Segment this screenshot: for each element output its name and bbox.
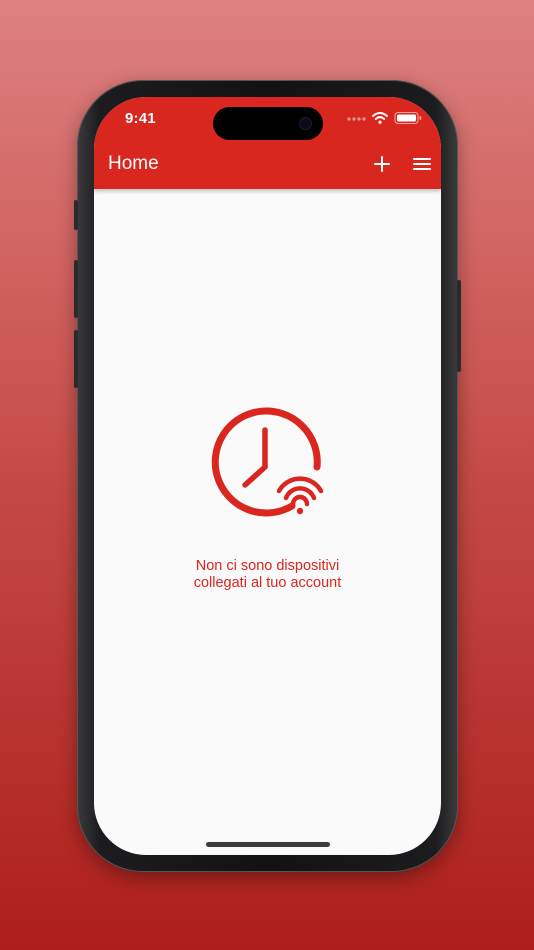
wifi-icon <box>372 112 388 124</box>
battery-icon <box>394 112 422 124</box>
home-indicator[interactable] <box>206 842 330 847</box>
phone-power-button <box>457 280 461 372</box>
add-button[interactable] <box>371 153 393 175</box>
phone-action-button <box>74 200 78 230</box>
app-screen: 9:41 Home Non ci sono dispositivi colleg… <box>94 97 441 855</box>
phone-volume-down-button <box>74 330 78 388</box>
empty-state-line-2: collegati al tuo account <box>193 575 342 591</box>
phone-volume-up-button <box>74 260 78 318</box>
app-bar: 9:41 Home <box>94 97 441 189</box>
empty-state-line-1: Non ci sono dispositivi <box>195 558 340 574</box>
status-time: 9:41 <box>125 110 156 127</box>
menu-button[interactable] <box>411 153 433 175</box>
page-title: Home <box>108 153 159 174</box>
status-icons <box>347 111 427 125</box>
cellular-signal-icon <box>347 117 366 121</box>
dynamic-island <box>213 107 323 140</box>
clock-wifi-icon <box>209 405 327 523</box>
empty-state-message: Non ci sono dispositivi collegati al tuo… <box>94 558 441 592</box>
camera-icon <box>300 118 311 129</box>
plus-icon <box>374 156 390 172</box>
hamburger-menu-icon <box>413 158 431 170</box>
